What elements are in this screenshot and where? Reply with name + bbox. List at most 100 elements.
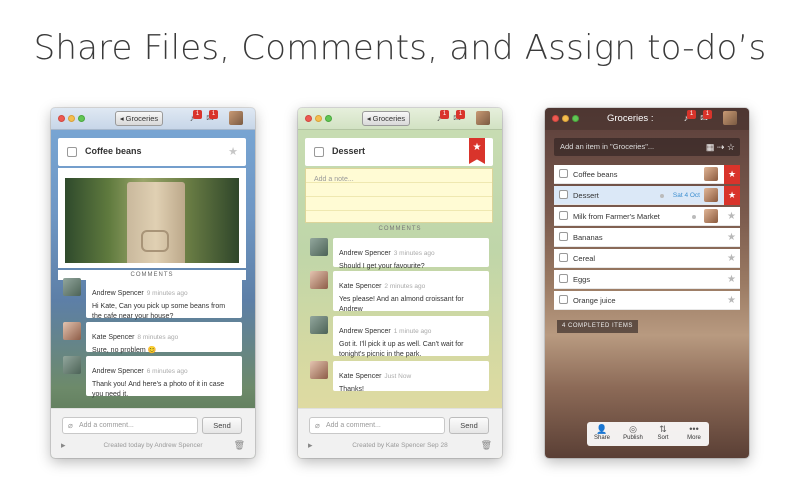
add-item-input[interactable]: Add an item in "Groceries"... ▦ ⇢ ☆ <box>554 138 740 156</box>
star-icon[interactable]: ☆ <box>727 142 735 152</box>
task-detail-window-coffee: ◂ Groceries ♪ 1 ✉ 1 Coffee beans ★ COMME… <box>51 108 255 458</box>
send-button[interactable]: Send <box>202 417 242 434</box>
comment-footer: ⌀ Add a comment... Send ▸ Created today b… <box>51 408 255 458</box>
zoom-window-button[interactable] <box>572 115 579 122</box>
minimize-window-button[interactable] <box>68 115 75 122</box>
star-icon[interactable]: ★ <box>727 211 736 222</box>
trash-icon[interactable]: 🗑 <box>234 440 245 451</box>
more-button[interactable]: ••• More <box>679 424 709 441</box>
publish-button[interactable]: ◎ Publish <box>618 424 648 441</box>
star-icon[interactable]: ★ <box>727 253 736 264</box>
starred-flag-icon[interactable]: ★ <box>724 186 740 205</box>
task-title[interactable]: Dessert <box>332 146 365 156</box>
sort-label: Sort <box>657 435 669 441</box>
task-checkbox[interactable] <box>559 211 568 220</box>
title-bar: ◂ Groceries ♪ 1 ✉ 1 <box>298 108 502 130</box>
sort-icon: ⇅ <box>659 424 667 434</box>
star-icon[interactable]: ★ <box>228 147 238 158</box>
task-detail-header: Coffee beans ★ <box>58 138 246 166</box>
comment-item: Andrew Spencer 6 minutes ago Thank you! A… <box>86 356 242 398</box>
activity-badge: 1 <box>687 110 696 119</box>
title-bar: ◂ Groceries ♪ 1 ✉ 1 <box>51 108 255 130</box>
minimize-window-button[interactable] <box>562 115 569 122</box>
calendar-icon[interactable]: ▦ <box>706 142 715 152</box>
back-button[interactable]: ◂ Groceries <box>362 111 410 126</box>
comment-indicator-icon <box>692 215 696 219</box>
comment-item: Andrew Spencer 9 minutes ago Hi Kate, Can… <box>86 278 242 320</box>
task-title[interactable]: Bananas <box>573 233 603 242</box>
conversations-badge: 1 <box>456 110 465 119</box>
task-row-selected[interactable]: Dessert Sat 4 Oct ★ <box>554 186 740 205</box>
task-row[interactable]: Orange juice ★ <box>554 291 740 310</box>
attach-icon[interactable]: ⌀ <box>315 418 320 433</box>
comment-avatar <box>63 322 81 340</box>
star-icon[interactable]: ★ <box>727 232 736 243</box>
task-title[interactable]: Cereal <box>573 254 595 263</box>
attachment-area <box>58 168 246 268</box>
comment-avatar <box>310 271 328 289</box>
comment-author: Kate Spencer <box>339 373 382 380</box>
publish-label: Publish <box>623 435 643 441</box>
comment-item: Andrew Spencer 3 minutes ago Should I get… <box>333 238 489 270</box>
close-window-button[interactable] <box>552 115 559 122</box>
comment-text: Yes please! And an almond croissant for … <box>339 296 464 313</box>
comment-indicator-icon <box>660 194 664 198</box>
task-checkbox[interactable] <box>559 169 568 178</box>
comment-time: 8 minutes ago <box>137 334 179 341</box>
share-icon: 👤 <box>596 424 608 434</box>
task-checkbox[interactable] <box>559 274 568 283</box>
user-avatar[interactable] <box>476 111 490 125</box>
attachment-photo[interactable] <box>65 178 239 263</box>
list-title[interactable]: Groceries : <box>607 113 653 124</box>
add-comment-placeholder: Add a comment... <box>79 422 134 429</box>
star-icon[interactable]: ★ <box>727 274 736 285</box>
comment-author: Andrew Spencer <box>92 368 144 375</box>
attach-icon[interactable]: ⌀ <box>68 418 73 433</box>
task-checkbox[interactable] <box>314 147 324 157</box>
user-avatar[interactable] <box>229 111 243 125</box>
add-comment-input[interactable]: ⌀ Add a comment... <box>309 417 445 434</box>
send-button[interactable]: Send <box>449 417 489 434</box>
star-icon[interactable]: ★ <box>727 295 736 306</box>
task-checkbox[interactable] <box>559 295 568 304</box>
starred-flag-icon[interactable]: ★ <box>469 138 485 164</box>
close-window-button[interactable] <box>58 115 65 122</box>
assign-icon[interactable]: ⇢ <box>717 142 725 152</box>
comment-item: Andrew Spencer 1 minute ago Got it. I'll … <box>333 316 489 358</box>
sort-button[interactable]: ⇅ Sort <box>648 424 678 441</box>
minimize-window-button[interactable] <box>315 115 322 122</box>
task-title[interactable]: Orange juice <box>573 296 616 305</box>
comment-author: Andrew Spencer <box>339 250 391 257</box>
task-checkbox[interactable] <box>559 232 568 241</box>
add-item-placeholder: Add an item in "Groceries"... <box>560 142 655 151</box>
task-checkbox[interactable] <box>67 147 77 157</box>
note-placeholder: Add a note... <box>314 176 354 183</box>
task-title[interactable]: Dessert <box>573 191 599 200</box>
due-date: Sat 4 Oct <box>672 192 700 199</box>
zoom-window-button[interactable] <box>78 115 85 122</box>
share-button[interactable]: 👤 Share <box>587 424 617 441</box>
task-checkbox[interactable] <box>559 253 568 262</box>
trash-icon[interactable]: 🗑 <box>481 440 492 451</box>
task-title[interactable]: Coffee beans <box>573 170 617 179</box>
task-checkbox[interactable] <box>559 190 568 199</box>
task-title[interactable]: Eggs <box>573 275 590 284</box>
page-headline: Share Files, Comments, and Assign to-do’… <box>33 28 767 68</box>
task-row[interactable]: Cereal ★ <box>554 249 740 268</box>
back-button[interactable]: ◂ Groceries <box>115 111 163 126</box>
close-window-button[interactable] <box>305 115 312 122</box>
task-row[interactable]: Eggs ★ <box>554 270 740 289</box>
more-icon: ••• <box>689 424 699 434</box>
task-title[interactable]: Coffee beans <box>85 146 142 156</box>
task-row[interactable]: Bananas ★ <box>554 228 740 247</box>
zoom-window-button[interactable] <box>325 115 332 122</box>
completed-items-button[interactable]: 4 COMPLETED ITEMS <box>557 320 638 333</box>
user-avatar[interactable] <box>723 111 737 125</box>
task-row[interactable]: Milk from Farmer's Market ★ <box>554 207 740 226</box>
starred-flag-icon[interactable]: ★ <box>724 165 740 184</box>
task-row[interactable]: Coffee beans ★ <box>554 165 740 184</box>
coffee-bag-image <box>127 182 185 263</box>
comment-item: Kate Spencer 2 minutes ago Yes please! An… <box>333 271 489 313</box>
add-comment-input[interactable]: ⌀ Add a comment... <box>62 417 198 434</box>
task-title[interactable]: Milk from Farmer's Market <box>573 212 660 221</box>
